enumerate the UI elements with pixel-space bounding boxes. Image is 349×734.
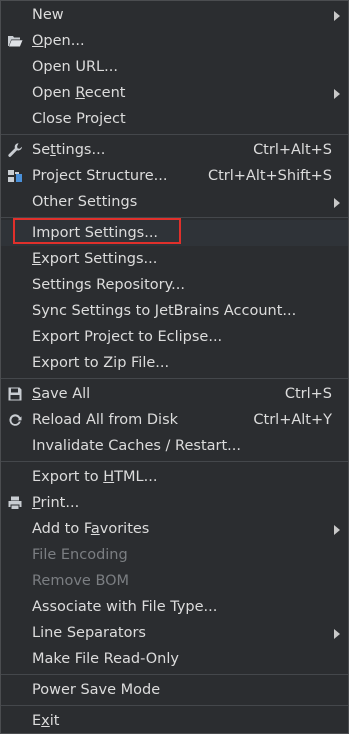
menu-item-new[interactable]: New — [1, 2, 348, 28]
menu-item-export-html[interactable]: Export to HTML... — [1, 464, 348, 490]
menu-item-label: Export Settings... — [32, 251, 158, 267]
menu-item-label: Open URL... — [32, 59, 118, 75]
menu-item-power-save-mode[interactable]: Power Save Mode — [1, 677, 348, 703]
submenu-arrow-icon — [334, 525, 340, 535]
menu-item-label: Save All — [32, 386, 91, 402]
menu-item-associate-file-type[interactable]: Associate with File Type... — [1, 594, 348, 620]
menu-item-invalidate-caches[interactable]: Invalidate Caches / Restart... — [1, 433, 348, 459]
shortcut-label: Ctrl+S — [284, 386, 332, 402]
menu-item-export-project-eclipse[interactable]: Export Project to Eclipse... — [1, 324, 348, 350]
menu-item-label: Open Recent — [32, 85, 126, 101]
menu-item-close-project[interactable]: Close Project — [1, 106, 348, 132]
menu-item-open-recent[interactable]: Open Recent — [1, 80, 348, 106]
highlight-box — [13, 218, 181, 244]
menu-item-label: Project Structure... — [32, 168, 168, 184]
submenu-arrow-icon — [334, 11, 340, 21]
menu-item-label: Make File Read-Only — [32, 651, 179, 667]
menu-item-open-url[interactable]: Open URL... — [1, 54, 348, 80]
submenu-arrow-icon — [334, 89, 340, 99]
menu-item-project-structure[interactable]: Project Structure... Ctrl+Alt+Shift+S — [1, 163, 348, 189]
menu-item-label: Settings... — [32, 142, 106, 158]
menu-item-make-read-only[interactable]: Make File Read-Only — [1, 646, 348, 672]
save-icon — [8, 387, 22, 401]
shortcut-label: Ctrl+Alt+Shift+S — [207, 168, 332, 184]
menu-item-line-separators[interactable]: Line Separators — [1, 620, 348, 646]
menu-item-settings-repository[interactable]: Settings Repository... — [1, 272, 348, 298]
wrench-icon — [8, 143, 22, 157]
file-menu: New Open... Open URL... Open Recent Clos… — [0, 0, 349, 734]
menu-item-exit[interactable]: Exit — [1, 708, 348, 734]
menu-item-label: Other Settings — [32, 194, 138, 210]
folder-open-icon — [8, 36, 23, 47]
menu-item-sync-settings[interactable]: Sync Settings to JetBrains Account... — [1, 298, 348, 324]
menu-item-label: Open... — [32, 33, 85, 49]
menu-item-label: Print... — [32, 495, 80, 511]
menu-item-reload-all[interactable]: Reload All from Disk Ctrl+Alt+Y — [1, 407, 348, 433]
menu-item-print[interactable]: Print... — [1, 490, 348, 516]
menu-item-label: Add to Favorites — [32, 521, 150, 537]
menu-item-label: New — [32, 7, 64, 23]
menu-item-label: Export Project to Eclipse... — [32, 329, 223, 345]
menu-item-settings[interactable]: Settings... Ctrl+Alt+S — [1, 137, 348, 163]
menu-item-label: Invalidate Caches / Restart... — [32, 438, 241, 454]
reload-icon — [9, 414, 22, 426]
menu-item-remove-bom: Remove BOM — [1, 568, 348, 594]
menu-item-label: Export to Zip File... — [32, 355, 170, 371]
menu-item-label: File Encoding — [32, 547, 128, 563]
menu-item-save-all[interactable]: Save All Ctrl+S — [1, 381, 348, 407]
submenu-arrow-icon — [334, 629, 340, 639]
menu-item-label: Sync Settings to JetBrains Account... — [32, 303, 297, 319]
menu-item-file-encoding: File Encoding — [1, 542, 348, 568]
menu-item-add-to-favorites[interactable]: Add to Favorites — [1, 516, 348, 542]
menu-item-label: Line Separators — [32, 625, 146, 641]
menu-item-export-zip[interactable]: Export to Zip File... — [1, 350, 348, 376]
project-structure-icon — [8, 170, 22, 182]
printer-icon — [8, 496, 22, 510]
menu-item-import-settings[interactable]: Import Settings... — [1, 218, 348, 246]
menu-item-open[interactable]: Open... — [1, 28, 348, 54]
shortcut-label: Ctrl+Alt+S — [253, 142, 332, 158]
menu-item-label: Close Project — [32, 111, 126, 127]
menu-item-label: Remove BOM — [32, 573, 130, 589]
menu-item-label: Associate with File Type... — [32, 599, 218, 615]
menu-item-export-settings[interactable]: Export Settings... — [1, 246, 348, 272]
menu-item-label: Exit — [32, 713, 60, 729]
menu-item-label: Power Save Mode — [32, 682, 161, 698]
submenu-arrow-icon — [334, 198, 340, 208]
menu-item-label: Settings Repository... — [32, 277, 185, 293]
menu-item-label: Reload All from Disk — [32, 412, 179, 428]
menu-item-other-settings[interactable]: Other Settings — [1, 189, 348, 215]
shortcut-label: Ctrl+Alt+Y — [253, 412, 332, 428]
menu-item-label: Export to HTML... — [32, 469, 158, 485]
